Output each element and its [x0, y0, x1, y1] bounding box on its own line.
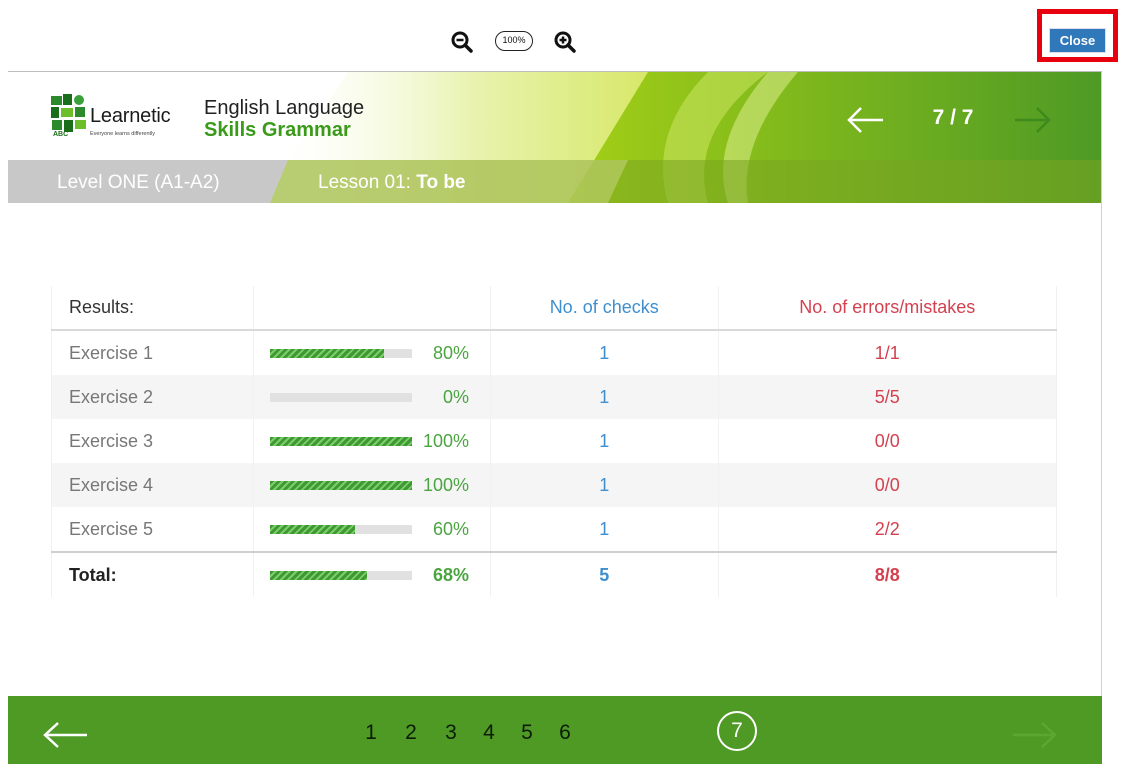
- errors-count: 2/2: [717, 507, 1058, 552]
- checks-count: 1: [489, 463, 719, 507]
- column-header-results: Results:: [50, 286, 255, 331]
- course-subtitle: Skills Grammar: [204, 119, 351, 141]
- total-errors: 8/8: [717, 551, 1058, 597]
- errors-count: 1/1: [717, 330, 1058, 375]
- logo-wordmark: Learnetic: [90, 105, 171, 127]
- progress-cell: 60%: [253, 507, 491, 552]
- total-checks: 5: [489, 551, 719, 597]
- lesson-topic: To be: [416, 172, 466, 193]
- page-link-4[interactable]: 4: [469, 713, 509, 753]
- progress-cell: 80%: [253, 330, 491, 375]
- total-progress-percent: 68%: [432, 565, 470, 585]
- table-header-row: Results: No. of checks No. of errors/mis…: [50, 286, 1058, 331]
- learnetic-logo: ABC Learnetic Everyone learns differentl…: [50, 91, 200, 146]
- svg-text:ABC: ABC: [53, 131, 68, 137]
- page-link-6[interactable]: 6: [545, 713, 585, 753]
- progress-bar: [270, 349, 413, 358]
- frame-right-border: [1101, 72, 1102, 764]
- exercise-name: Exercise 2: [50, 375, 255, 419]
- table-row: Exercise 4 100% 1 0/0: [50, 463, 1058, 507]
- progress-cell: 100%: [253, 419, 491, 463]
- progress-bar: [270, 393, 413, 402]
- exercise-name: Exercise 5: [50, 507, 255, 552]
- total-progress-cell: 68%: [253, 551, 491, 597]
- page-indicator: 7 / 7: [932, 106, 974, 129]
- footer-next-arrow-icon[interactable]: [1011, 720, 1059, 750]
- checks-count: 1: [489, 419, 719, 463]
- exercise-name: Exercise 3: [50, 419, 255, 463]
- progress-percent: 60%: [432, 519, 470, 539]
- progress-percent: 80%: [432, 343, 470, 363]
- zoom-level-button[interactable]: 100%: [495, 31, 533, 51]
- progress-bar: [270, 525, 413, 534]
- column-header-checks: No. of checks: [489, 286, 719, 331]
- footer-prev-arrow-icon[interactable]: [41, 720, 89, 750]
- table-row: Exercise 1 80% 1 1/1: [50, 330, 1058, 375]
- errors-count: 0/0: [717, 463, 1058, 507]
- progress-bar-fill: [270, 481, 413, 490]
- column-header-progress: [253, 286, 491, 331]
- errors-count: 5/5: [717, 375, 1058, 419]
- progress-bar-fill: [270, 571, 367, 580]
- table-row: Exercise 2 0% 1 5/5: [50, 375, 1058, 419]
- total-label: Total:: [50, 551, 255, 597]
- checks-count: 1: [489, 507, 719, 552]
- lesson-header: ABC Learnetic Everyone learns differentl…: [8, 72, 1101, 203]
- progress-percent: 0%: [443, 387, 470, 407]
- page-link-3[interactable]: 3: [431, 713, 471, 753]
- table-row: Exercise 5 60% 1 2/2: [50, 507, 1058, 552]
- logo-mark-icon: ABC: [51, 94, 86, 137]
- footer-navigation: 1 2 3 4 5 6 7: [8, 696, 1102, 764]
- results-table: Results: No. of checks No. of errors/mis…: [50, 286, 1058, 597]
- page-link-2[interactable]: 2: [391, 713, 431, 753]
- level-label: Level ONE (A1-A2): [57, 172, 220, 193]
- progress-bar: [270, 481, 413, 490]
- exercise-name: Exercise 4: [50, 463, 255, 507]
- header-prev-arrow-icon[interactable]: [843, 105, 885, 135]
- close-button[interactable]: Close: [1050, 29, 1105, 52]
- progress-bar-fill: [270, 525, 356, 534]
- page-link-1[interactable]: 1: [351, 713, 391, 753]
- progress-bar: [270, 437, 413, 446]
- header-next-arrow-icon[interactable]: [1013, 105, 1055, 135]
- lesson-label: Lesson 01: To be: [318, 172, 466, 194]
- total-progress-bar: [270, 571, 413, 580]
- checks-count: 1: [489, 375, 719, 419]
- lesson-prefix: Lesson 01:: [318, 172, 411, 193]
- column-header-errors: No. of errors/mistakes: [717, 286, 1058, 331]
- page-link-7-current[interactable]: 7: [717, 711, 757, 751]
- table-row: Exercise 3 100% 1 0/0: [50, 419, 1058, 463]
- progress-percent: 100%: [422, 431, 470, 451]
- errors-count: 0/0: [717, 419, 1058, 463]
- progress-cell: 100%: [253, 463, 491, 507]
- logo-tagline: Everyone learns differently: [90, 131, 156, 137]
- total-row: Total: 68% 5 8/8: [50, 551, 1058, 597]
- exercise-name: Exercise 1: [50, 330, 255, 375]
- progress-bar-fill: [270, 349, 384, 358]
- zoom-out-icon[interactable]: [450, 30, 474, 54]
- checks-count: 1: [489, 330, 719, 375]
- zoom-in-icon[interactable]: [553, 30, 577, 54]
- zoom-toolbar: 100% Close: [0, 0, 1121, 72]
- progress-bar-fill: [270, 437, 413, 446]
- progress-percent: 100%: [422, 475, 470, 495]
- page-link-5[interactable]: 5: [507, 713, 547, 753]
- progress-cell: 0%: [253, 375, 491, 419]
- course-title: English Language: [204, 97, 365, 119]
